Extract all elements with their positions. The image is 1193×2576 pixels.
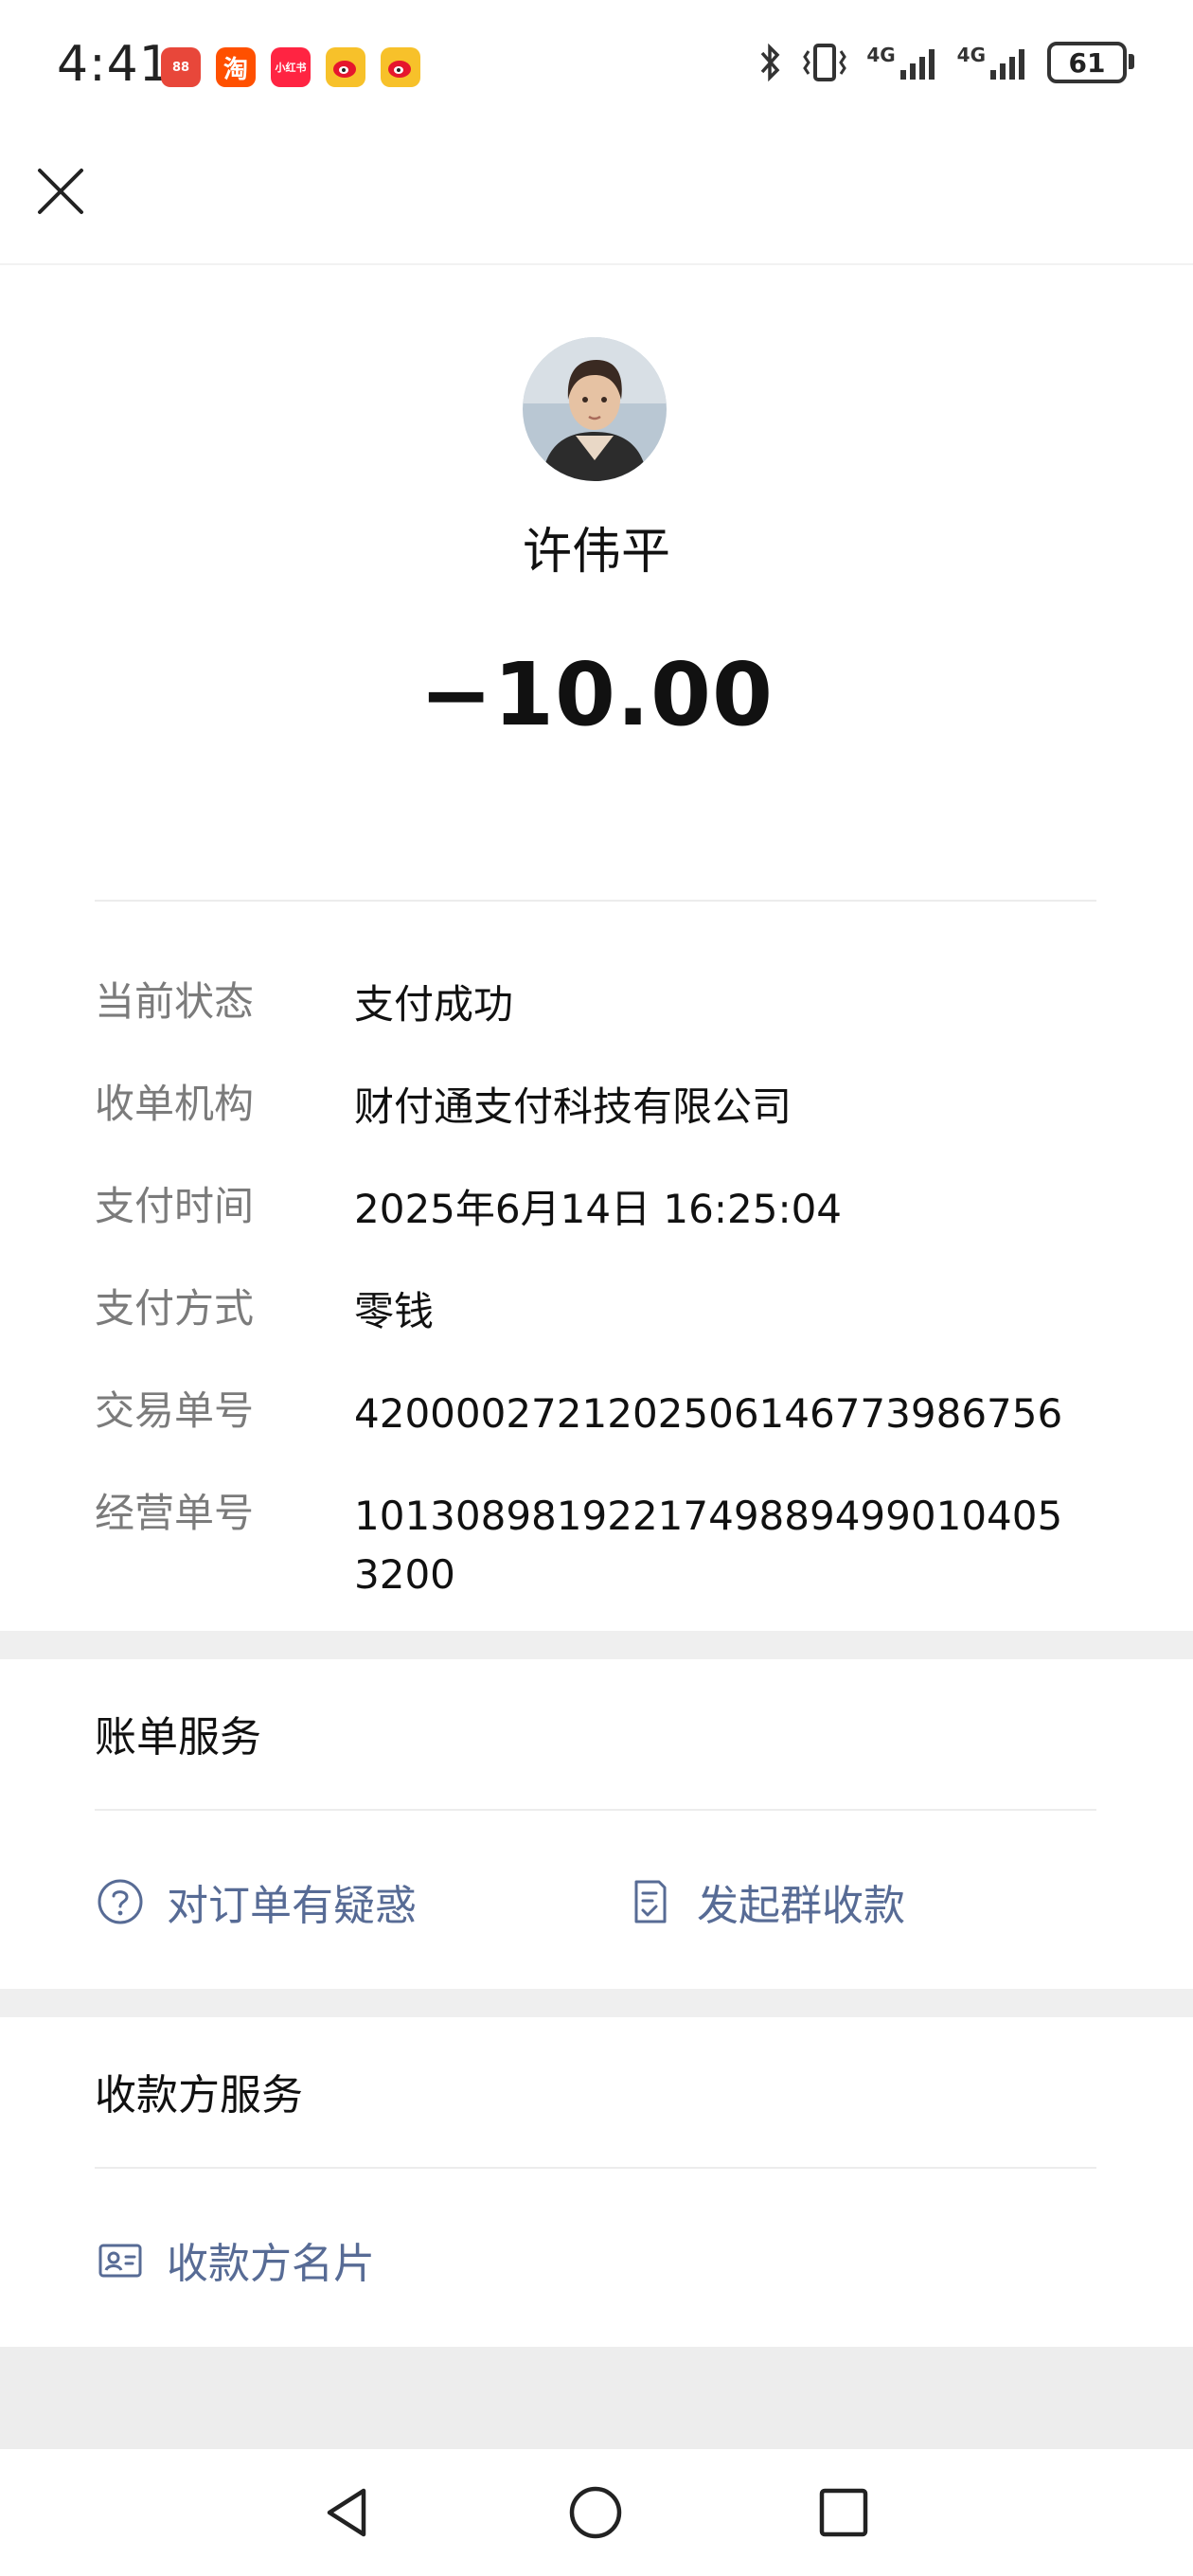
- signal-2: 4G: [957, 44, 1030, 81]
- section-separator: [0, 1631, 1193, 1659]
- weibo-icon: [326, 47, 365, 87]
- status-bar: 4:41 88 淘 小红书 4G 4G 61: [0, 0, 1193, 142]
- section-separator: [0, 1989, 1193, 2017]
- detail-label: 交易单号: [95, 1387, 255, 1434]
- close-icon: [38, 169, 83, 214]
- detail-label: 支付方式: [95, 1285, 255, 1332]
- vibrate-icon: [803, 44, 847, 81]
- status-time: 4:41: [57, 36, 171, 93]
- payee-name: 许伟平: [522, 524, 670, 581]
- detail-value[interactable]: 4200002721202506146773986756: [354, 1385, 1083, 1443]
- detail-value: 2025年6月14日 16:25:04: [354, 1186, 843, 1232]
- battery-indicator: 61: [1047, 42, 1134, 83]
- detail-row-time: 支付时间 2025年6月14日 16:25:04: [95, 1180, 1117, 1239]
- detail-label: 当前状态: [95, 978, 255, 1025]
- detail-value: 财付通支付科技有限公司: [354, 1083, 792, 1130]
- detail-value[interactable]: 1013089819221749889499010405320​0: [354, 1487, 1083, 1604]
- xiaohongshu-icon: 小红书: [271, 47, 311, 87]
- system-icons: 4G 4G 61: [757, 42, 1134, 83]
- receipt-check-icon: [634, 1880, 667, 1923]
- question-circle-icon: [98, 1879, 143, 1924]
- avatar[interactable]: [523, 337, 667, 481]
- signal-bars-icon: [899, 49, 935, 80]
- payment-amount: −10.00: [418, 644, 775, 745]
- divider: [95, 2167, 1096, 2169]
- divider: [95, 1809, 1096, 1811]
- detail-row-transaction-id: 交易单号 4200002721202506146773986756: [95, 1385, 1117, 1443]
- bluetooth-icon: [761, 43, 780, 82]
- nav-recents-button[interactable]: [814, 2483, 873, 2542]
- transaction-details: 当前状态 支付成功 收单机构 财付通支付科技有限公司 支付时间 2025年6月1…: [95, 975, 1117, 1648]
- detail-value: 零钱: [354, 1288, 435, 1334]
- contact-card-icon: [98, 2244, 142, 2278]
- nav-home-button[interactable]: [566, 2483, 625, 2542]
- bill-services-title: 账单服务: [95, 1713, 261, 1762]
- nav-back-button[interactable]: [318, 2483, 377, 2542]
- divider: [95, 900, 1096, 902]
- detail-value: 支付成功: [354, 981, 514, 1028]
- signal-bars-icon: [990, 49, 1024, 80]
- detail-row-acquirer: 收单机构 财付通支付科技有限公司: [95, 1078, 1117, 1136]
- close-button[interactable]: [30, 161, 91, 222]
- back-triangle-icon: [327, 2488, 366, 2537]
- signal-1: 4G: [866, 44, 939, 81]
- recents-square-icon: [819, 2488, 868, 2537]
- detail-label: 经营单号: [95, 1490, 255, 1536]
- home-circle-icon: [569, 2486, 622, 2539]
- detail-label: 支付时间: [95, 1183, 255, 1229]
- group-collect-link[interactable]: 发起群收款: [625, 1871, 905, 1932]
- detail-row-merchant-id: 经营单号 1013089819221749889499010405320​0: [95, 1487, 1117, 1604]
- payee-card-link[interactable]: 收款方名片: [95, 2229, 375, 2290]
- taobao-icon: 淘: [216, 47, 256, 87]
- app-icon-1: 88: [161, 47, 201, 87]
- order-question-link[interactable]: 对订单有疑惑: [95, 1871, 417, 1932]
- detail-row-method: 支付方式 零钱: [95, 1282, 1117, 1341]
- header-divider: [0, 263, 1193, 265]
- weibo-icon-2: [381, 47, 420, 87]
- detail-row-status: 当前状态 支付成功: [95, 975, 1117, 1034]
- bottom-spacer: [0, 2347, 1193, 2449]
- notification-icons: 88 淘 小红书: [161, 47, 420, 87]
- payee-services-title: 收款方服务: [95, 2071, 303, 2120]
- detail-label: 收单机构: [95, 1081, 255, 1127]
